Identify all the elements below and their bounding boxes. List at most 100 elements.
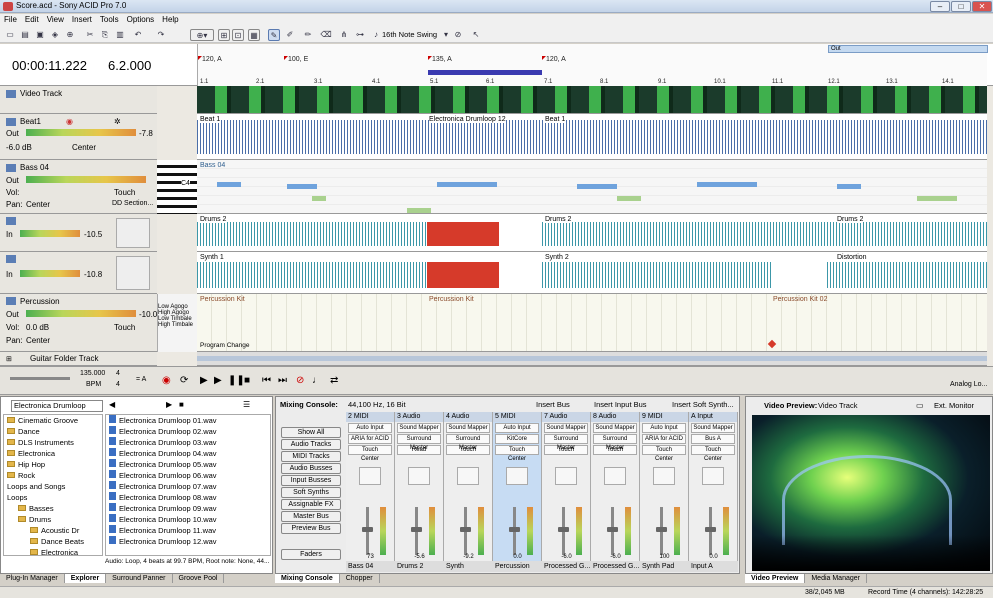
pan-value[interactable]: Center xyxy=(72,143,96,152)
eraser-icon[interactable]: ⌫ xyxy=(320,29,332,41)
output-selector[interactable]: Surround Master xyxy=(544,434,588,451)
dropdown-icon[interactable]: ▾ xyxy=(440,29,452,41)
input-selector[interactable]: Auto Input xyxy=(495,423,539,433)
midi-tracks-button[interactable]: MIDI Tracks xyxy=(281,451,341,462)
file-item[interactable]: Electronica Drumloop 03.wav xyxy=(106,437,270,448)
undo-icon[interactable]: ↶ xyxy=(132,29,144,41)
metronome-icon[interactable]: ⊘ xyxy=(452,29,464,41)
track-header-video[interactable]: Video Track xyxy=(0,86,157,114)
volume-fader[interactable] xyxy=(607,507,618,555)
lane-beat1[interactable]: Beat 1 Electronica Drumloop 12 Beat 1 xyxy=(197,114,987,160)
record-sync-icon[interactable]: ⊘ xyxy=(296,375,304,386)
pan-value[interactable]: Center xyxy=(26,200,50,209)
fx-icon[interactable]: ✲ xyxy=(114,117,121,126)
pan-control[interactable] xyxy=(604,467,626,485)
vol-value[interactable]: 0.0 dB xyxy=(26,323,49,332)
automation-mode[interactable]: Touch xyxy=(495,445,539,455)
pan-control[interactable] xyxy=(457,467,479,485)
tempo-marker[interactable]: 135, A xyxy=(428,56,452,63)
input-selector[interactable]: Sound Mapper xyxy=(397,423,441,433)
copy-icon[interactable]: ⎘ xyxy=(99,29,111,41)
key-value[interactable]: = A xyxy=(136,376,146,383)
automation-mode[interactable]: Read xyxy=(397,445,441,455)
stop-icon[interactable]: ■ xyxy=(244,375,250,386)
output-selector[interactable]: ARIA for ACID xyxy=(348,434,392,444)
assignable-fx-button[interactable]: Assignable FX xyxy=(281,499,341,510)
track-header-guitar-folder[interactable]: ⊞ Guitar Folder Track xyxy=(0,352,157,366)
volume-fader[interactable] xyxy=(509,507,520,555)
output-selector[interactable]: ARIA for ACID xyxy=(642,434,686,444)
input-busses-button[interactable]: Input Busses xyxy=(281,475,341,486)
strip-name[interactable]: Synth Pad xyxy=(640,561,689,572)
midi-note[interactable] xyxy=(287,184,317,189)
midi-note[interactable] xyxy=(577,184,617,189)
close-button[interactable]: ✕ xyxy=(972,1,992,12)
track-name[interactable]: Bass 04 xyxy=(20,163,49,172)
file-item[interactable]: Electronica Drumloop 07.wav xyxy=(106,481,270,492)
lane-bass[interactable]: Bass 04 xyxy=(197,160,987,214)
pan-control[interactable] xyxy=(359,467,381,485)
pan-control[interactable] xyxy=(653,467,675,485)
file-item[interactable]: Electronica Drumloop 06.wav xyxy=(106,470,270,481)
drum-map[interactable]: Low Agogo High Agogo Low Timbale High Ti… xyxy=(157,294,197,352)
maximize-button[interactable]: □ xyxy=(951,1,971,12)
output-selector[interactable]: Surround Master xyxy=(397,434,441,451)
play-from-start-icon[interactable]: ▶ xyxy=(200,375,208,386)
automation-mode[interactable]: Touch xyxy=(348,445,392,455)
track-header-percussion[interactable]: Percussion Out -10.0 Vol: 0.0 dB Touch P… xyxy=(0,294,157,352)
back-icon[interactable]: ◀ xyxy=(109,400,115,409)
tree-item[interactable]: Basses xyxy=(4,503,102,514)
loop-icon[interactable]: ⟳ xyxy=(180,375,188,386)
go-start-icon[interactable]: ⏮ xyxy=(262,375,271,386)
cut-icon[interactable]: ✂ xyxy=(84,29,96,41)
menu-file[interactable]: File xyxy=(0,14,21,25)
tree-item[interactable]: Electronica xyxy=(4,547,102,555)
tempo-marker[interactable]: 120, A xyxy=(198,56,222,63)
tree-item[interactable]: Dance Beats xyxy=(4,536,102,547)
volume-fader[interactable] xyxy=(656,507,667,555)
file-item[interactable]: Electronica Drumloop 05.wav xyxy=(106,459,270,470)
strip-header[interactable]: 9 MIDI xyxy=(640,412,688,422)
redo-icon[interactable]: ↷ xyxy=(155,29,167,41)
ext-monitor-button[interactable]: Ext. Monitor xyxy=(934,401,974,410)
strip-name[interactable]: Percussion xyxy=(493,561,542,572)
tree-item[interactable]: Electronica xyxy=(4,448,102,459)
help-pointer-icon[interactable]: ↖ xyxy=(470,29,482,41)
strip-name[interactable]: Input A xyxy=(689,561,738,572)
region-out[interactable]: Out xyxy=(828,45,988,53)
track-header-bass[interactable]: Bass 04 Out Vol: Touch Pan: Center DD Se… xyxy=(0,160,157,214)
track-header-beat1[interactable]: Beat1 ◉ ✲ Out -7.8 -6.0 dB Center xyxy=(0,114,157,160)
file-item[interactable]: Electronica Drumloop 02.wav xyxy=(106,426,270,437)
output-selector[interactable]: KitCore xyxy=(495,434,539,444)
midi-note[interactable] xyxy=(437,182,497,187)
menu-view[interactable]: View xyxy=(43,14,68,25)
tab-groove-pool[interactable]: Groove Pool xyxy=(173,574,225,583)
loop-region[interactable] xyxy=(428,70,542,75)
tree-item[interactable]: Drums xyxy=(4,514,102,525)
menu-tools[interactable]: Tools xyxy=(96,14,123,25)
tab-plugin-manager[interactable]: Plug-In Manager xyxy=(0,574,65,583)
zoom-tool-icon[interactable]: ⊕▾ xyxy=(190,29,214,41)
track-name[interactable]: Video Track xyxy=(20,89,62,98)
output-selector[interactable]: Bus A xyxy=(691,434,735,444)
midi-note[interactable] xyxy=(407,208,431,213)
time-sig-top[interactable]: 4 xyxy=(116,370,120,377)
paste-icon[interactable]: ▥ xyxy=(114,29,126,41)
master-bus-button[interactable]: Master Bus xyxy=(281,511,341,522)
lane-drums[interactable]: Drums 2 Drums 2 Drums 2 xyxy=(197,214,987,252)
tree-item[interactable]: DLS Instruments xyxy=(4,437,102,448)
show-all-button[interactable]: Show All xyxy=(281,427,341,438)
time-sig-bottom[interactable]: 4 xyxy=(116,381,120,388)
preview-bus-button[interactable]: Preview Bus xyxy=(281,523,341,534)
midi-note[interactable] xyxy=(837,184,861,189)
strip-header[interactable]: 5 MIDI xyxy=(493,412,541,422)
volume-fader[interactable] xyxy=(705,507,716,555)
zoom-icon[interactable]: ⊕ xyxy=(64,29,76,41)
menu-help[interactable]: Help xyxy=(158,14,182,25)
audio-busses-button[interactable]: Audio Busses xyxy=(281,463,341,474)
file-item[interactable]: Electronica Drumloop 01.wav xyxy=(106,415,270,426)
strip-header[interactable]: A Input xyxy=(689,412,737,422)
pan-control[interactable] xyxy=(702,467,724,485)
vol-mode[interactable]: Touch xyxy=(114,188,135,197)
track-name[interactable]: Beat1 xyxy=(20,117,41,126)
